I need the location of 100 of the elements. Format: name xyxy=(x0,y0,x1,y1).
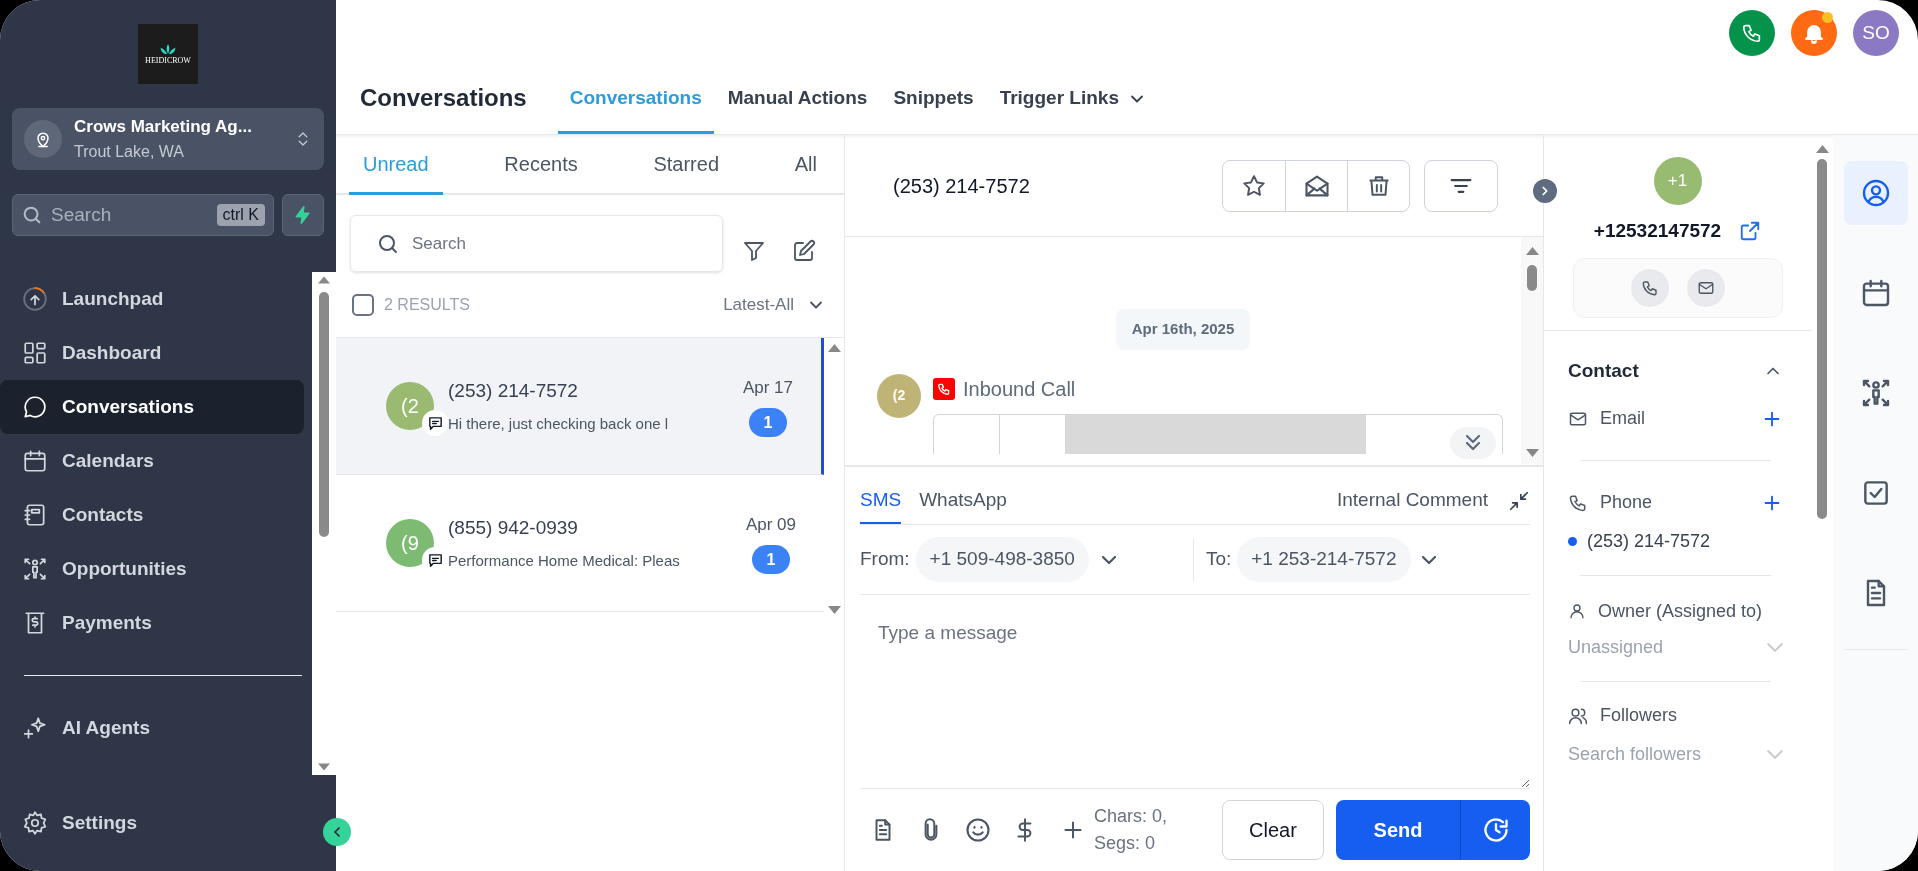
scroll-down-arrow-icon[interactable] xyxy=(827,606,841,614)
grid-icon xyxy=(22,340,48,366)
header-tab[interactable]: Manual Actions xyxy=(715,66,880,134)
scroll-up-arrow-icon[interactable] xyxy=(827,344,841,352)
chevron-down-icon xyxy=(1767,750,1783,759)
scroll-down-arrow-icon[interactable] xyxy=(318,763,330,771)
external-link-icon[interactable] xyxy=(1739,220,1762,243)
account-location: Trout Lake, WA xyxy=(74,141,185,162)
sender-avatar: (2 xyxy=(877,373,921,418)
filter-button[interactable] xyxy=(1424,159,1498,212)
message-preview: Hi there, just checking back one l xyxy=(448,414,670,434)
phone-icon xyxy=(1741,22,1763,44)
lightning-icon xyxy=(293,205,313,225)
section-header[interactable]: Contact xyxy=(1568,356,1783,385)
call-button[interactable] xyxy=(1630,268,1669,307)
phone-value: (253) 214-7572 xyxy=(1587,530,1711,553)
star-icon xyxy=(1241,172,1267,199)
scrollbar[interactable] xyxy=(312,272,336,775)
page-title: Conversations xyxy=(360,83,527,113)
channel-tab[interactable]: SMS xyxy=(860,485,902,524)
message-preview: Performance Home Medical: Pleas xyxy=(448,551,681,571)
message-type: Inbound Call xyxy=(963,376,1076,402)
conversation-item[interactable]: (2 (253) 214-7572 Hi there, just checking back one l Apr 17 1 xyxy=(336,338,824,475)
contact-name: (253) 214-7572 xyxy=(448,378,579,403)
account-name: Crows Marketing Ag... xyxy=(74,116,253,139)
nav-item[interactable]: Launchpad xyxy=(0,272,304,326)
message-date: Apr 09 xyxy=(745,513,796,536)
collapse-sidebar-button[interactable] xyxy=(323,818,351,846)
emoji-icon[interactable] xyxy=(964,816,992,844)
message-input[interactable]: Type a message xyxy=(860,595,1530,789)
nav-item[interactable]: AI Agents xyxy=(0,701,304,755)
keyboard-shortcut: ctrl K xyxy=(216,204,265,226)
unread-count: 1 xyxy=(748,408,787,438)
phone-icon xyxy=(1640,278,1659,297)
field-label: Phone xyxy=(1600,491,1653,514)
to-label: To: xyxy=(1205,547,1232,572)
logo-text: HEIDICROW xyxy=(145,56,191,65)
clock-icon xyxy=(1481,816,1510,844)
user-avatar[interactable]: SO xyxy=(1853,10,1899,56)
scrollbar-thumb[interactable] xyxy=(1527,265,1537,291)
scroll-up-arrow-icon[interactable] xyxy=(1815,145,1829,153)
quick-action-button[interactable] xyxy=(282,194,324,236)
filter-tab[interactable]: Starred xyxy=(639,135,733,195)
nav-item[interactable]: Contacts xyxy=(0,488,304,542)
sort-dropdown[interactable]: Latest-All xyxy=(723,291,826,318)
minimize-icon[interactable] xyxy=(1508,490,1530,512)
email-button[interactable] xyxy=(1686,268,1725,307)
notifications-button[interactable] xyxy=(1791,10,1837,56)
clear-button[interactable]: Clear xyxy=(1222,800,1324,860)
header-tab[interactable]: Snippets xyxy=(881,66,986,134)
scrollbar-thumb[interactable] xyxy=(319,292,329,537)
results-count: 2 RESULTS xyxy=(384,294,470,315)
account-switcher[interactable]: Crows Marketing Ag... Trout Lake, WA xyxy=(12,108,324,170)
scrollbar-thumb[interactable] xyxy=(1817,159,1827,519)
scroll-down-arrow-icon[interactable] xyxy=(1525,449,1539,457)
scroll-up-arrow-icon[interactable] xyxy=(1525,247,1539,255)
field-label: Email xyxy=(1600,407,1645,430)
field-label: Followers xyxy=(1600,704,1678,727)
header-tab[interactable]: Trigger Links xyxy=(987,66,1159,134)
contact-avatar: +1 xyxy=(1653,157,1702,205)
search-field[interactable]: Search ctrl K xyxy=(12,194,274,236)
to-number-dropdown[interactable]: +1 253-214-7572 xyxy=(1237,537,1411,582)
channel-tab[interactable]: WhatsApp xyxy=(919,485,1007,524)
compose-icon[interactable] xyxy=(792,238,816,263)
chat-bubble-icon xyxy=(22,394,48,420)
sparkle-icon xyxy=(22,715,48,741)
settings-icon xyxy=(22,810,48,836)
expand-panel-button[interactable] xyxy=(1533,179,1557,203)
scrollbar[interactable] xyxy=(1521,237,1543,465)
filter-tab[interactable]: Recents xyxy=(490,135,592,195)
nav-item[interactable]: Conversations xyxy=(0,380,304,434)
phone-button[interactable] xyxy=(1729,10,1775,56)
user-icon xyxy=(1568,602,1586,620)
nav-item[interactable]: Calendars xyxy=(0,434,304,488)
calendar-icon xyxy=(22,448,48,474)
nav-item[interactable]: Payments xyxy=(0,596,304,650)
nav-item[interactable]: Opportunities xyxy=(0,542,304,596)
search-icon xyxy=(21,204,43,226)
contact-name: (855) 942-0939 xyxy=(448,515,579,540)
character-counter: Chars: 0, Segs: 0 xyxy=(1094,805,1169,855)
contact-phone: +12532147572 xyxy=(1593,219,1722,243)
scroll-to-bottom-button[interactable] xyxy=(1450,427,1496,459)
contact-avatar: (9 xyxy=(386,519,434,567)
unread-count: 1 xyxy=(751,545,790,575)
select-all-checkbox[interactable] xyxy=(352,293,374,316)
nav-item[interactable]: Dashboard xyxy=(0,326,304,380)
conversation-title: (253) 214-7572 xyxy=(893,173,1030,199)
message-date: Apr 17 xyxy=(742,376,793,399)
field-label: Owner (Assigned to) xyxy=(1598,600,1763,623)
internal-comment-tab[interactable]: Internal Comment xyxy=(1337,485,1488,524)
panel-tab[interactable] xyxy=(1843,161,1908,225)
search-field[interactable]: Search xyxy=(350,215,723,272)
scroll-up-arrow-icon[interactable] xyxy=(318,276,330,284)
settings-link[interactable]: Settings xyxy=(0,808,137,838)
contact-avatar: (2 xyxy=(386,382,434,430)
filter-tab[interactable]: All xyxy=(780,135,831,195)
arrow-up-circle-icon xyxy=(22,286,48,312)
notebook-icon xyxy=(22,502,48,528)
from-number-dropdown[interactable]: +1 509-498-3850 xyxy=(915,537,1089,582)
people-arrows-icon xyxy=(22,556,48,582)
